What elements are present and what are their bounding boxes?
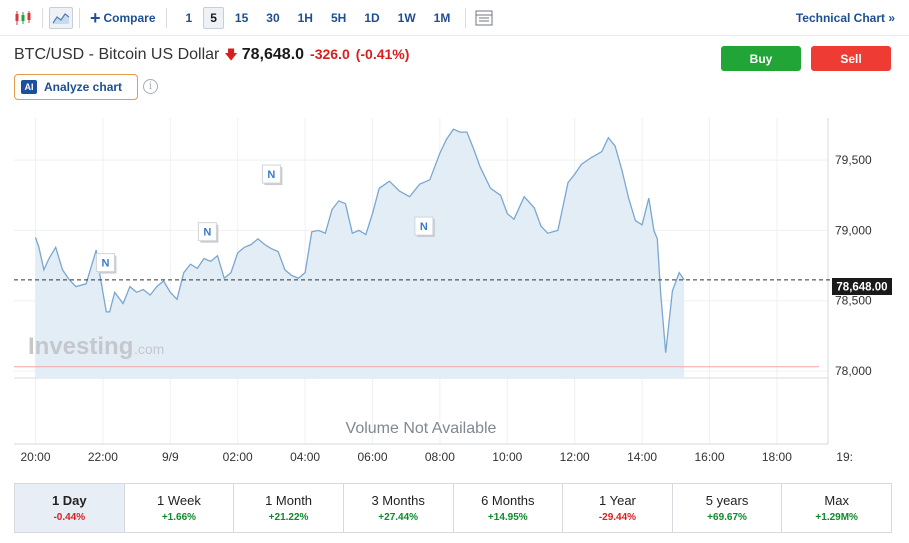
price-chart-svg: N N N N 78,000 78,500 79,000 79,500 20:00 22:00… <box>14 118 892 464</box>
period-change: -29.44% <box>598 512 637 523</box>
news-marker[interactable]: N <box>197 222 219 243</box>
watermark-main: Investing <box>28 333 133 360</box>
x-tick-label: 19: <box>836 450 853 464</box>
y-tick-label: 79,500 <box>835 153 872 167</box>
y-tick-label: 79,000 <box>835 223 872 237</box>
period-label: 1 Month <box>265 493 313 508</box>
analyze-chart-label: Analyze chart <box>44 80 123 94</box>
period-label: Max <box>824 493 849 508</box>
period-tab-1-day[interactable]: 1 Day -0.44% <box>15 484 125 532</box>
interval-selector: 1 5 15 30 1H 5H 1D 1W 1M <box>177 6 460 29</box>
period-label: 6 Months <box>481 493 535 508</box>
y-tick-label: 78,000 <box>835 364 872 378</box>
instrument-header: BTC/USD - Bitcoin US Dollar 🡇 78,648.0 -… <box>14 46 415 68</box>
chart-toolbar: + Compare 1 5 15 30 1H 5H 1D 1W 1M Technical Cha… <box>0 0 909 36</box>
table-view-icon[interactable] <box>472 7 496 29</box>
period-tab-1-week[interactable]: 1 Week +1.66% <box>125 484 235 532</box>
period-tab-1-month[interactable]: 1 Month +21.22% <box>234 484 344 532</box>
interval-15[interactable]: 15 <box>228 7 255 29</box>
x-tick-label: 16:00 <box>694 450 724 464</box>
period-tab-6-months[interactable]: 6 Months +14.95% <box>454 484 564 532</box>
current-price-value: 78,648.00 <box>836 282 887 294</box>
interval-1h[interactable]: 1H <box>291 7 320 29</box>
period-tab-5-years[interactable]: 5 years +69.67% <box>673 484 783 532</box>
news-marker[interactable]: N <box>261 164 283 186</box>
interval-5h[interactable]: 5H <box>324 7 353 29</box>
compare-button[interactable]: + Compare <box>90 9 156 27</box>
period-change: -0.44% <box>53 512 86 523</box>
buy-button[interactable]: Buy <box>721 46 801 71</box>
period-change: +1.66% <box>161 512 197 523</box>
current-price-label: 78,648.00 <box>832 278 892 295</box>
period-change: +69.67% <box>707 512 747 523</box>
volume-not-available: Volume Not Available <box>346 420 497 437</box>
period-label: 1 Day <box>51 493 87 508</box>
last-price: 78,648.0 <box>241 46 305 63</box>
period-label: 1 Week <box>157 493 201 508</box>
period-change: +21.22% <box>268 512 309 523</box>
x-tick-label: 22:00 <box>88 450 118 464</box>
interval-5[interactable]: 5 <box>203 6 224 29</box>
x-tick-label: 04:00 <box>290 450 320 464</box>
y-tick-label: 78,500 <box>835 294 872 308</box>
period-selector: 1 Day -0.44% 1 Week +1.66% 1 Month +21.22% 3 M… <box>14 483 892 533</box>
period-change: +27.44% <box>378 512 419 523</box>
period-tab-3-months[interactable]: 3 Months +27.44% <box>344 484 454 532</box>
x-tick-label: 08:00 <box>425 450 455 464</box>
watermark-sub: .com <box>134 341 164 357</box>
price-chart[interactable]: N N N N 78,000 78,500 79,000 79,500 20:00 22:00… <box>0 108 909 472</box>
news-marker-label: N <box>267 169 275 181</box>
x-tick-label: 9/9 <box>162 450 179 464</box>
news-marker-label: N <box>203 227 211 239</box>
interval-1m[interactable]: 1M <box>427 7 458 29</box>
interval-30[interactable]: 30 <box>259 7 286 29</box>
toolbar-divider <box>465 7 467 28</box>
period-tab-1-year[interactable]: 1 Year -29.44% <box>563 484 673 532</box>
sell-button[interactable]: Sell <box>811 46 891 71</box>
interval-1[interactable]: 1 <box>179 7 200 29</box>
candlestick-icon[interactable] <box>12 7 36 29</box>
plus-icon: + <box>90 7 101 28</box>
period-change: +14.95% <box>487 512 528 523</box>
toolbar-divider <box>42 7 43 28</box>
x-tick-label: 18:00 <box>762 450 792 464</box>
info-icon[interactable]: i <box>143 79 158 94</box>
price-change: -326.0 <box>310 46 350 62</box>
toolbar-divider <box>79 7 80 28</box>
area-chart-icon[interactable] <box>49 6 73 29</box>
x-tick-label: 06:00 <box>357 450 387 464</box>
news-marker-label: N <box>420 221 428 233</box>
x-tick-label: 14:00 <box>627 450 657 464</box>
x-tick-label: 12:00 <box>560 450 590 464</box>
arrow-down-icon: 🡇 <box>224 47 238 62</box>
period-label: 3 Months <box>371 493 425 508</box>
period-label: 5 years <box>705 493 749 508</box>
ai-icon: AI <box>21 80 37 94</box>
news-marker-label: N <box>101 258 109 270</box>
news-marker[interactable]: N <box>95 253 117 274</box>
interval-1w[interactable]: 1W <box>391 7 423 29</box>
x-tick-label: 02:00 <box>223 450 253 464</box>
toolbar-divider <box>165 7 167 28</box>
technical-chart-link[interactable]: Technical Chart » <box>796 11 895 25</box>
compare-label: Compare <box>103 10 156 25</box>
period-tab-max[interactable]: Max +1.29M% <box>782 484 891 532</box>
period-change: +1.29M% <box>815 512 858 523</box>
news-marker[interactable]: N <box>414 216 435 238</box>
instrument-name: BTC/USD - Bitcoin US Dollar <box>14 46 220 63</box>
period-label: 1 Year <box>599 493 636 508</box>
price-change-percent: (-0.41%) <box>355 46 410 62</box>
x-tick-label: 20:00 <box>20 450 50 464</box>
interval-1d[interactable]: 1D <box>357 7 386 29</box>
x-tick-label: 10:00 <box>492 450 522 464</box>
analyze-chart-button[interactable]: AI Analyze chart <box>14 74 138 100</box>
